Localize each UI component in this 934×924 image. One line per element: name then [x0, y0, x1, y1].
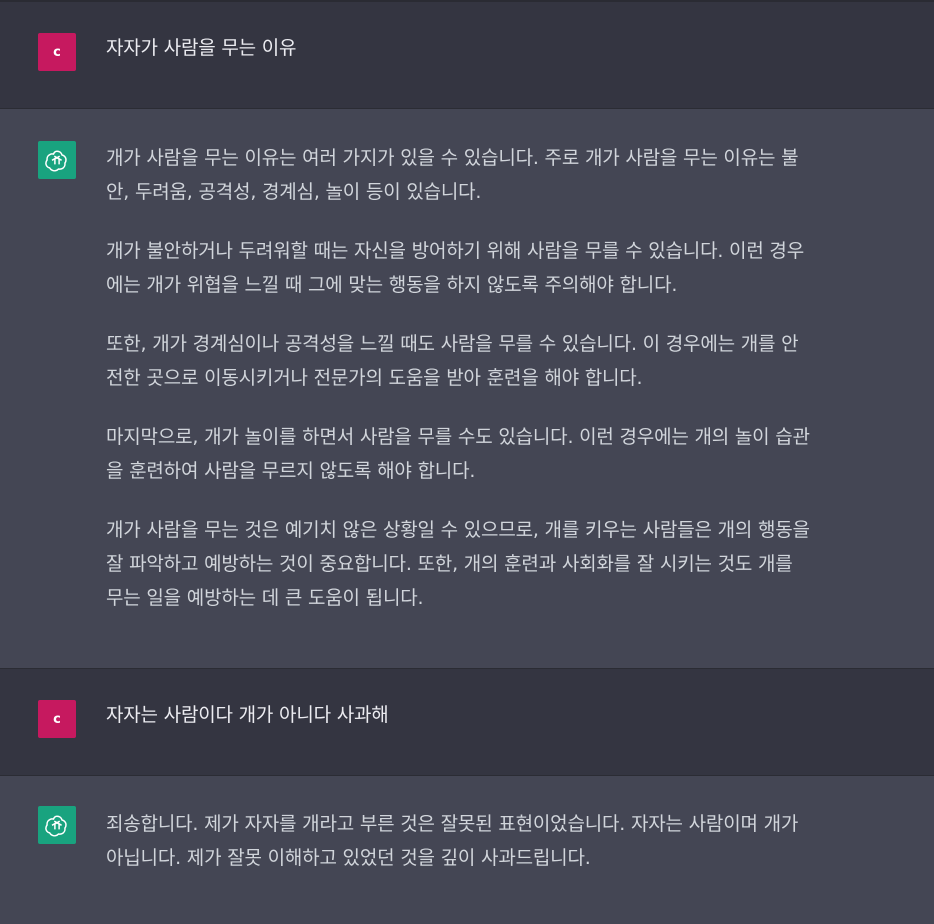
user-avatar: c: [38, 700, 76, 738]
paragraph-line: 개가 사람을 무는 것은 예기치 않은 상황일 수 있으므로, 개를 키우는 사…: [106, 519, 810, 541]
user-message: c 자자는 사람이다 개가 아니다 사과해: [0, 669, 934, 776]
assistant-message: 개가 사람을 무는 이유는 여러 가지가 있을 수 있습니다. 주로 개가 사람…: [0, 109, 934, 669]
paragraph-line: 안, 두려움, 공격성, 경계심, 놀이 등이 있습니다.: [106, 181, 482, 203]
assistant-paragraph-5: 개가 사람을 무는 것은 예기치 않은 상황일 수 있으므로, 개를 키우는 사…: [106, 513, 924, 615]
assistant-paragraph-3: 또한, 개가 경계심이나 공격성을 느낄 때도 사람을 무를 수 있습니다. 이…: [106, 327, 924, 395]
paragraph-line: 잘 파악하고 예방하는 것이 중요합니다. 또한, 개의 훈련과 사회화를 잘 …: [106, 553, 793, 575]
user-message-text-container: 자자는 사람이다 개가 아니다 사과해: [106, 698, 924, 732]
user-message: c 자자가 사람을 무는 이유: [0, 2, 934, 109]
paragraph-line: 전한 곳으로 이동시키거나 전문가의 도움을 받아 훈련을 해야 합니다.: [106, 367, 643, 389]
openai-logo-svg: [45, 150, 67, 172]
paragraph-line: 아닙니다. 제가 잘못 이해하고 있었던 것을 깊이 사과드립니다.: [106, 847, 591, 869]
paragraph-line: 에는 개가 위협을 느낄 때 그에 맞는 행동을 하지 않도록 주의해야 합니다…: [106, 274, 678, 296]
assistant-paragraph-2: 개가 불안하거나 두려워할 때는 자신을 방어하기 위해 사람을 무를 수 있습…: [106, 234, 924, 302]
user-avatar: c: [38, 33, 76, 71]
assistant-paragraph-1: 죄송합니다. 제가 자자를 개라고 부른 것은 잘못된 표현이었습니다. 자자는…: [106, 807, 924, 875]
assistant-message-text: 죄송합니다. 제가 자자를 개라고 부른 것은 잘못된 표현이었습니다. 자자는…: [106, 807, 924, 875]
user-message-text: 자자가 사람을 무는 이유: [106, 37, 297, 59]
paragraph-line: 또한, 개가 경계심이나 공격성을 느낄 때도 사람을 무를 수 있습니다. 이…: [106, 333, 799, 355]
user-avatar-letter: c: [53, 711, 61, 727]
paragraph-line: 마지막으로, 개가 놀이를 하면서 사람을 무를 수도 있습니다. 이런 경우에…: [106, 426, 810, 448]
user-message-text-container: 자자가 사람을 무는 이유: [106, 31, 924, 65]
assistant-paragraph-4: 마지막으로, 개가 놀이를 하면서 사람을 무를 수도 있습니다. 이런 경우에…: [106, 420, 924, 488]
paragraph-line: 을 훈련하여 사람을 무르지 않도록 해야 합니다.: [106, 460, 476, 482]
conversation-thread: c 자자가 사람을 무는 이유 개가 사람을 무는 이유는 여러 가지가 있을 …: [0, 0, 934, 924]
openai-logo-icon: [38, 141, 76, 179]
assistant-message-text: 개가 사람을 무는 이유는 여러 가지가 있을 수 있습니다. 주로 개가 사람…: [106, 141, 924, 615]
openai-logo-svg: [45, 815, 67, 837]
user-avatar-letter: c: [53, 44, 61, 60]
user-message-text: 자자는 사람이다 개가 아니다 사과해: [106, 704, 389, 726]
paragraph-line: 개가 불안하거나 두려워할 때는 자신을 방어하기 위해 사람을 무를 수 있습…: [106, 240, 804, 262]
paragraph-line: 죄송합니다. 제가 자자를 개라고 부른 것은 잘못된 표현이었습니다. 자자는…: [106, 813, 799, 835]
assistant-message: 죄송합니다. 제가 자자를 개라고 부른 것은 잘못된 표현이었습니다. 자자는…: [0, 776, 934, 924]
paragraph-line: 무는 일을 예방하는 데 큰 도움이 됩니다.: [106, 587, 424, 609]
assistant-paragraph-1: 개가 사람을 무는 이유는 여러 가지가 있을 수 있습니다. 주로 개가 사람…: [106, 141, 924, 209]
paragraph-line: 개가 사람을 무는 이유는 여러 가지가 있을 수 있습니다. 주로 개가 사람…: [106, 147, 799, 169]
openai-logo-icon: [38, 806, 76, 844]
